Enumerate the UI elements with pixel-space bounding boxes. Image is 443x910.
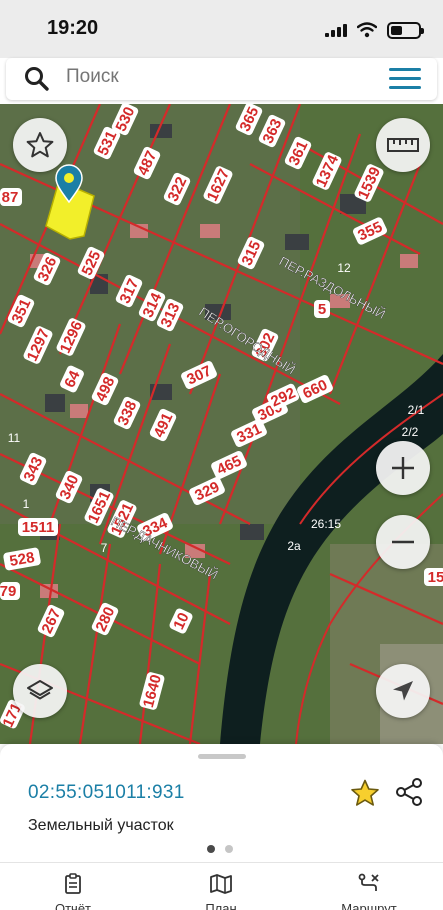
parcel-label: 79 [0, 582, 20, 600]
favorite-star-icon[interactable] [350, 778, 380, 808]
cellular-signal-icon [325, 23, 347, 37]
page-dot-active [207, 845, 215, 853]
page-dot [225, 845, 233, 853]
parcel-number: 2a [287, 539, 301, 553]
navigation-arrow-icon [393, 681, 413, 701]
page-indicator [207, 845, 233, 853]
status-bar: 19:20 [0, 0, 443, 58]
tab-report[interactable]: Отчёт [18, 873, 128, 910]
search-icon[interactable] [24, 66, 50, 92]
search-bar [6, 58, 437, 100]
map-plan-icon [210, 874, 232, 894]
satellite-map[interactable]: 531 530 365 363 361 1374 1539 355 487 32… [0, 104, 443, 744]
parcel-number: 2/1 [408, 403, 425, 417]
object-type: Земельный участок [28, 817, 174, 834]
parcel-number: 2/2 [402, 425, 419, 439]
parcel-number: 1 [23, 497, 30, 511]
favorite-map-button[interactable] [13, 118, 67, 172]
star-outline-icon [26, 132, 54, 158]
parcel-number: 7 [101, 541, 108, 555]
parcel-label: 5 [314, 300, 330, 318]
report-icon [65, 873, 81, 894]
menu-icon[interactable] [389, 68, 421, 90]
tab-report-label: Отчёт [54, 901, 92, 910]
tab-plan-label: План [205, 901, 237, 910]
parcel-number: 79 [0, 583, 16, 600]
ruler-icon [387, 138, 419, 152]
parcel-label: 15 [424, 568, 443, 586]
status-icons [325, 20, 424, 40]
zoom-out-button[interactable] [376, 515, 430, 569]
cadastral-number: 02:55:051011:931 [28, 782, 185, 803]
plus-icon [392, 457, 414, 479]
share-icon[interactable] [394, 777, 424, 807]
parcel-number: 26:15 [311, 517, 341, 531]
parcel-number: 87 [2, 189, 19, 206]
map-view[interactable]: 531 530 365 363 361 1374 1539 355 487 32… [0, 104, 443, 744]
tab-route-label: Маршрут [341, 901, 397, 910]
parcel-number: 12 [337, 261, 351, 275]
tab-plan[interactable]: План [166, 873, 276, 910]
parcel-label: 1511 [18, 518, 58, 536]
status-time: 19:20 [47, 17, 99, 39]
sheet-drag-handle[interactable] [198, 754, 246, 759]
wifi-icon [357, 22, 377, 38]
minus-icon [392, 540, 414, 544]
parcel-number: 11 [8, 431, 21, 445]
layers-button[interactable] [13, 664, 67, 718]
parcel-number: 5 [318, 301, 326, 318]
tab-bar: Отчёт План Маршрут [0, 862, 443, 910]
parcel-number: 1511 [22, 519, 55, 536]
battery-icon [387, 21, 424, 39]
route-icon [358, 873, 379, 891]
tab-route[interactable]: Маршрут [314, 873, 424, 910]
parcel-number: 15 [428, 569, 443, 586]
parcel-label: 87 [0, 188, 22, 206]
zoom-in-button[interactable] [376, 441, 430, 495]
my-location-button[interactable] [376, 664, 430, 718]
layers-icon [27, 680, 53, 700]
ruler-button[interactable] [376, 118, 430, 172]
search-input[interactable] [66, 66, 366, 88]
